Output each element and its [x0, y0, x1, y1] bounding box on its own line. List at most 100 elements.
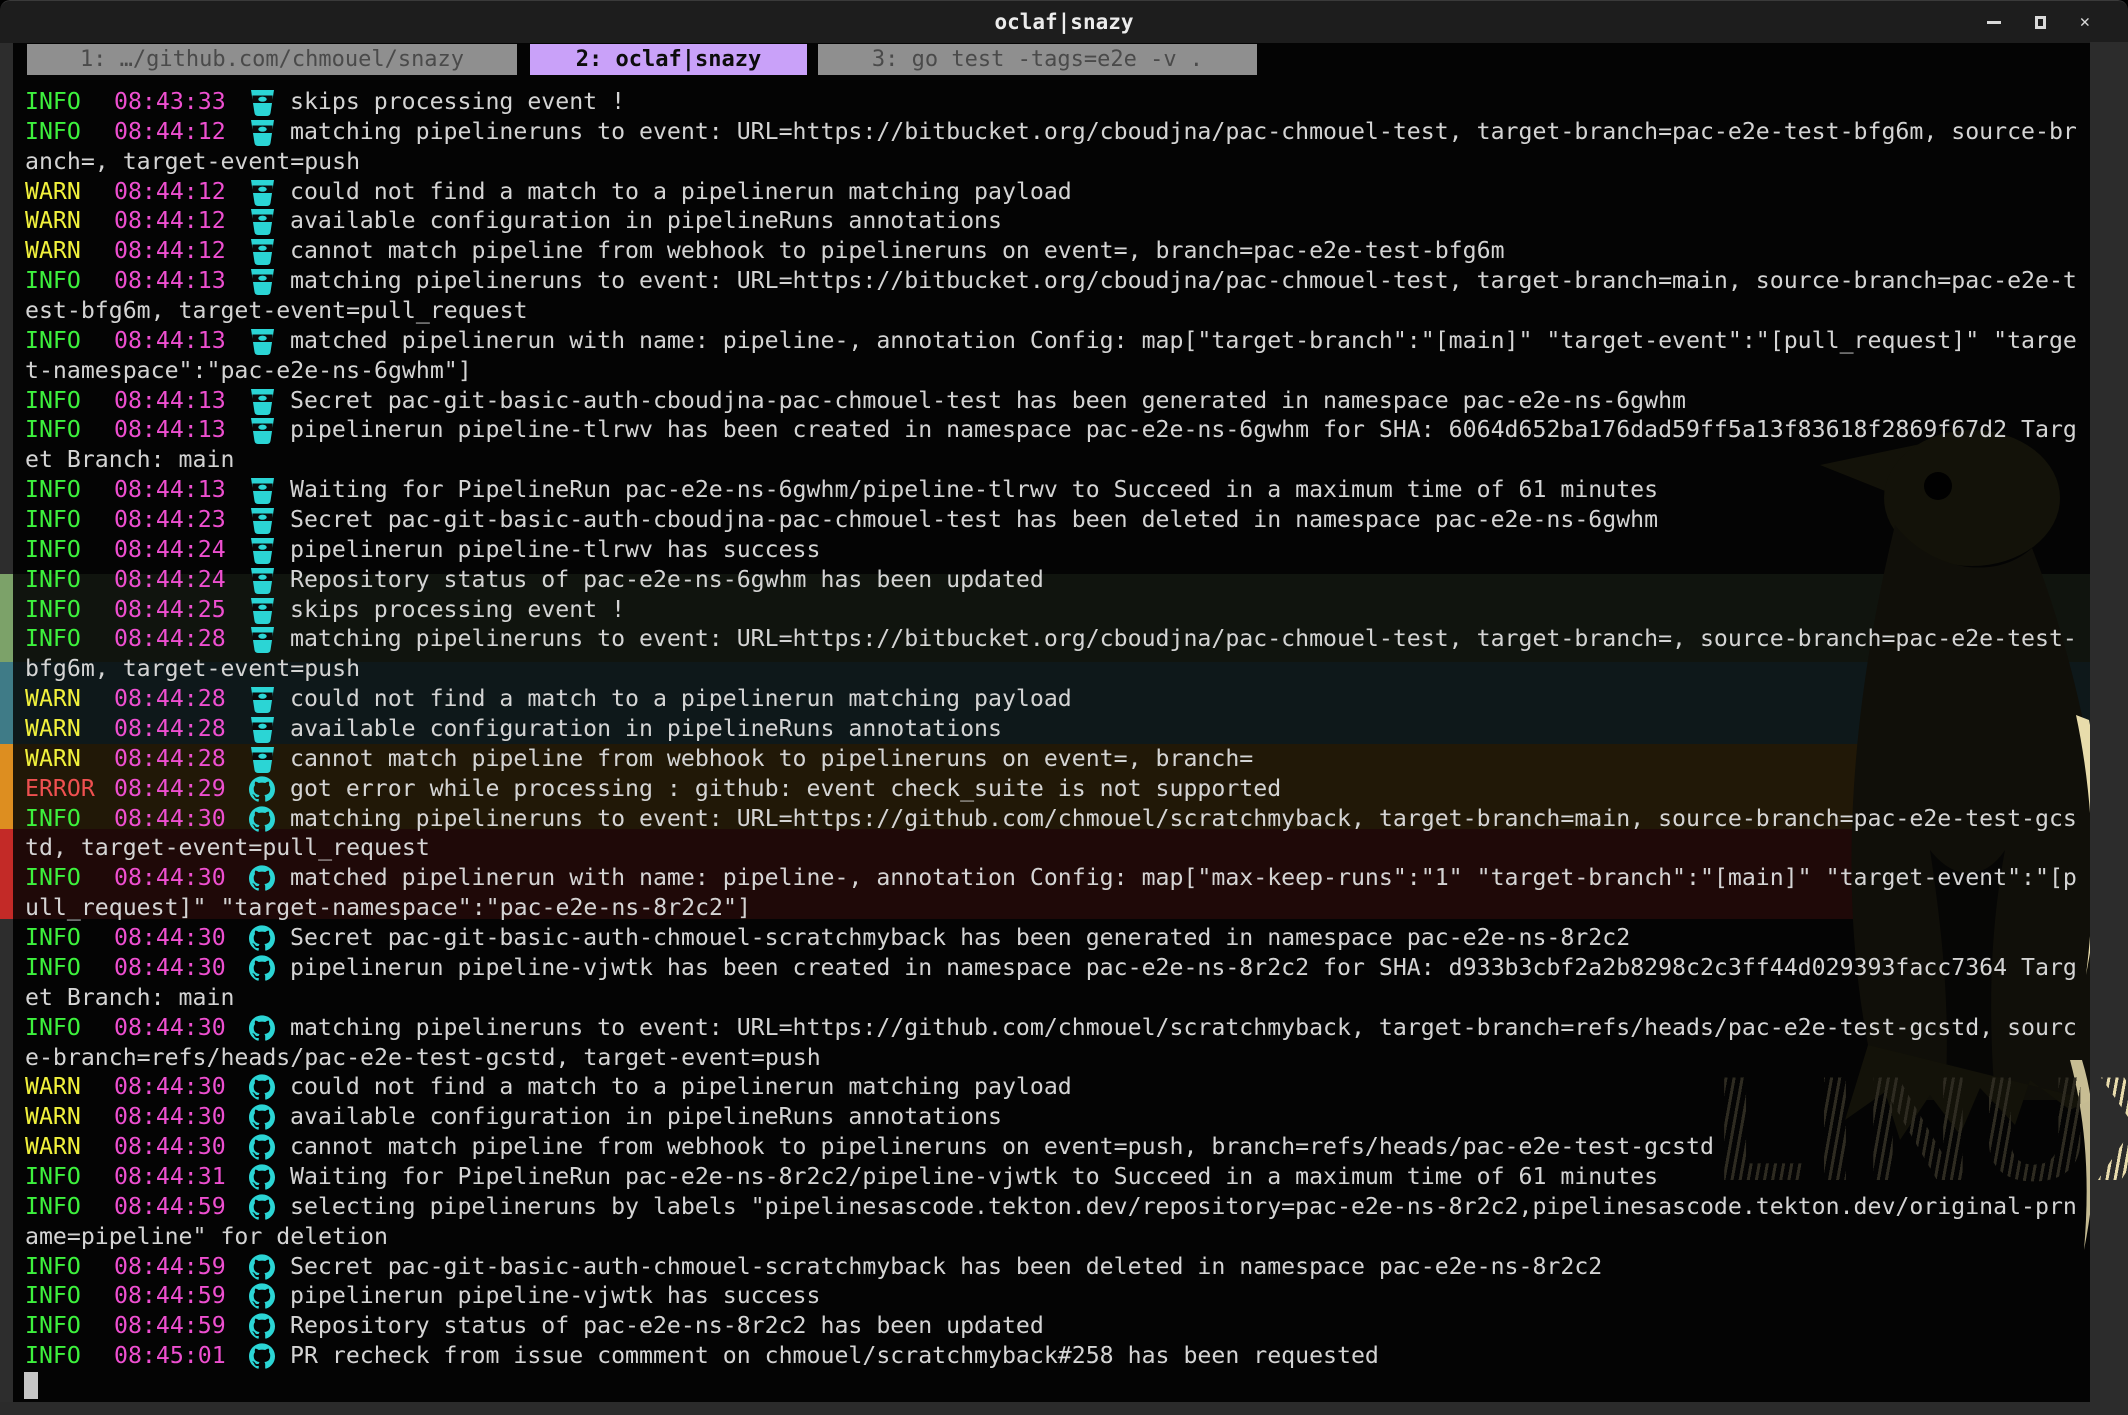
maximize-button[interactable] — [2035, 16, 2046, 29]
title-bar[interactable]: oclaf|snazy ✕ — [0, 0, 2128, 43]
bitbucket-icon — [249, 89, 279, 116]
log-message: available configuration in pipelineRuns … — [290, 714, 1002, 744]
stripe-teal — [0, 662, 13, 744]
log-level: INFO — [25, 953, 81, 983]
log-row: INFO08:44:13Secret pac-git-basic-auth-cb… — [13, 386, 2090, 416]
github-icon — [249, 1194, 279, 1221]
log-message: matching pipelineruns to event: URL=http… — [290, 266, 2077, 296]
log-row: WARN08:44:28cannot match pipeline from w… — [13, 744, 2090, 774]
log-message: cannot match pipeline from webhook to pi… — [290, 1132, 1714, 1162]
log-message: est-bfg6m, target-event=pull_request — [25, 296, 528, 326]
log-timestamp: 08:44:25 — [114, 595, 226, 625]
log-level: INFO — [25, 923, 81, 953]
log-message: cannot match pipeline from webhook to pi… — [290, 236, 1505, 266]
bitbucket-icon — [249, 537, 279, 564]
log-row: WARN08:44:12cannot match pipeline from w… — [13, 236, 2090, 266]
log-row-continuation: t-namespace":"pac-e2e-ns-6gwhm"] — [13, 356, 2090, 386]
github-icon — [249, 1283, 279, 1310]
log-level: INFO — [25, 624, 81, 654]
bitbucket-icon — [249, 238, 279, 265]
log-level: INFO — [25, 863, 81, 893]
log-message: matching pipelineruns to event: URL=http… — [290, 624, 2077, 654]
log-level: WARN — [25, 206, 81, 236]
github-icon — [249, 1343, 279, 1370]
tab-1-snazy-dir[interactable]: 1: …/github.com/chmouel/snazy — [27, 44, 517, 75]
log-row: INFO 08:44:28 matching pipelineruns to eve… — [13, 624, 2090, 654]
log-level: INFO — [25, 1252, 81, 1282]
log-message: pipelinerun pipeline-tlrwv has success — [290, 535, 820, 565]
log-level: INFO — [25, 326, 81, 356]
log-timestamp: 08:44:12 — [114, 177, 226, 207]
log-level: WARN — [25, 684, 81, 714]
window-border-bottom — [0, 1402, 2090, 1415]
log-timestamp: 08:44:13 — [114, 386, 226, 416]
minimize-button[interactable] — [1987, 21, 2001, 24]
log-level: WARN — [25, 1132, 81, 1162]
log-timestamp: 08:44:59 — [114, 1192, 226, 1222]
stripe-green — [0, 574, 13, 662]
log-timestamp: 08:44:31 — [114, 1162, 226, 1192]
log-message: matched pipelinerun with name: pipeline-… — [290, 326, 2077, 356]
github-icon — [249, 806, 279, 833]
log-row: WARN08:44:12available configuration in p… — [13, 206, 2090, 236]
log-message: et Branch: main — [25, 983, 234, 1013]
window-title: oclaf|snazy — [0, 1, 2128, 43]
log-timestamp: 08:44:24 — [114, 565, 226, 595]
log-row-continuation: est-bfg6m, target-event=pull_request — [13, 296, 2090, 326]
log-message: got error while processing : github: eve… — [290, 774, 1281, 804]
log-message: could not find a match to a pipelinerun … — [290, 684, 1072, 714]
log-row: INFO 08:44:59 Repository status of pac-e2e… — [13, 1311, 2090, 1341]
log-timestamp: 08:44:13 — [114, 326, 226, 356]
log-message: matching pipelineruns to event: URL=http… — [290, 804, 2077, 834]
github-icon — [249, 776, 279, 803]
close-button[interactable]: ✕ — [2080, 14, 2090, 31]
log-message: t-namespace":"pac-e2e-ns-6gwhm"] — [25, 356, 472, 386]
log-timestamp: 08:44:30 — [114, 1013, 226, 1043]
log-message: matching pipelineruns to event: URL=http… — [290, 117, 2077, 147]
log-timestamp: 08:43:33 — [114, 87, 226, 117]
log-timestamp: 08:44:30 — [114, 1102, 226, 1132]
github-icon — [249, 1104, 279, 1131]
log-row: INFO08:44:23Secret pac-git-basic-auth-cb… — [13, 505, 2090, 535]
log-timestamp: 08:44:59 — [114, 1252, 226, 1282]
log-row: WARN08:44:12could not find a match to a … — [13, 177, 2090, 207]
log-message: Repository status of pac-e2e-ns-8r2c2 ha… — [290, 1311, 1044, 1341]
log-row: INFO08:44:30matching pipelineruns to eve… — [13, 804, 2090, 834]
github-icon — [249, 1134, 279, 1161]
log-message: matched pipelinerun with name: pipeline-… — [290, 863, 2077, 893]
log-timestamp: 08:44:12 — [114, 206, 226, 236]
log-timestamp: 08:44:30 — [114, 1132, 226, 1162]
tab-3-go-test[interactable]: 3: go test -tags=e2e -v . — [818, 44, 1257, 75]
log-timestamp: 08:44:28 — [114, 684, 226, 714]
log-timestamp: 08:44:23 — [114, 505, 226, 535]
linux-watermark-x: X — [2097, 1046, 2128, 1213]
log-message: cannot match pipeline from webhook to pi… — [290, 744, 1253, 774]
log-level: INFO — [25, 1162, 81, 1192]
tab-2-oclaf-snazy[interactable]: 2: oclaf|snazy — [530, 44, 807, 75]
log-row: INFO08:44:24pipelinerun pipeline-tlrwv h… — [13, 535, 2090, 565]
log-row: WARN 08:44:28 could not find a match to a … — [13, 684, 2090, 714]
github-icon — [249, 925, 279, 952]
log-timestamp: 08:44:30 — [114, 863, 226, 893]
log-row: INFO08:43:33skips processing event ! — [13, 87, 2090, 117]
log-row: INFO08:44:30pipelinerun pipeline-vjwtk h… — [13, 953, 2090, 983]
log-row-continuation: anch=, target-event=push — [13, 147, 2090, 177]
log-level: INFO — [25, 804, 81, 834]
log-row: WARN08:44:28available configuration in p… — [13, 714, 2090, 744]
log-timestamp: 08:44:13 — [114, 475, 226, 505]
github-icon — [249, 1254, 279, 1281]
log-message: bfg6m, target-event=push — [25, 654, 360, 684]
log-timestamp: 08:44:29 — [114, 774, 226, 804]
bitbucket-icon — [249, 328, 279, 355]
log-timestamp: 08:44:59 — [114, 1311, 226, 1341]
log-message: PR recheck from issue commment on chmoue… — [290, 1341, 1379, 1371]
bitbucket-icon — [249, 746, 279, 773]
log-timestamp: 08:44:28 — [114, 714, 226, 744]
log-message: pipelinerun pipeline-vjwtk has success — [290, 1281, 820, 1311]
log-timestamp: 08:44:28 — [114, 624, 226, 654]
terminal-window: LINUX oclaf|snazy ✕ 1: …/github.com/chmo… — [0, 0, 2128, 1415]
stripe-orange — [0, 744, 13, 829]
log-level: WARN — [25, 1102, 81, 1132]
log-level: INFO — [25, 1311, 81, 1341]
log-message: Repository status of pac-e2e-ns-6gwhm ha… — [290, 565, 1044, 595]
